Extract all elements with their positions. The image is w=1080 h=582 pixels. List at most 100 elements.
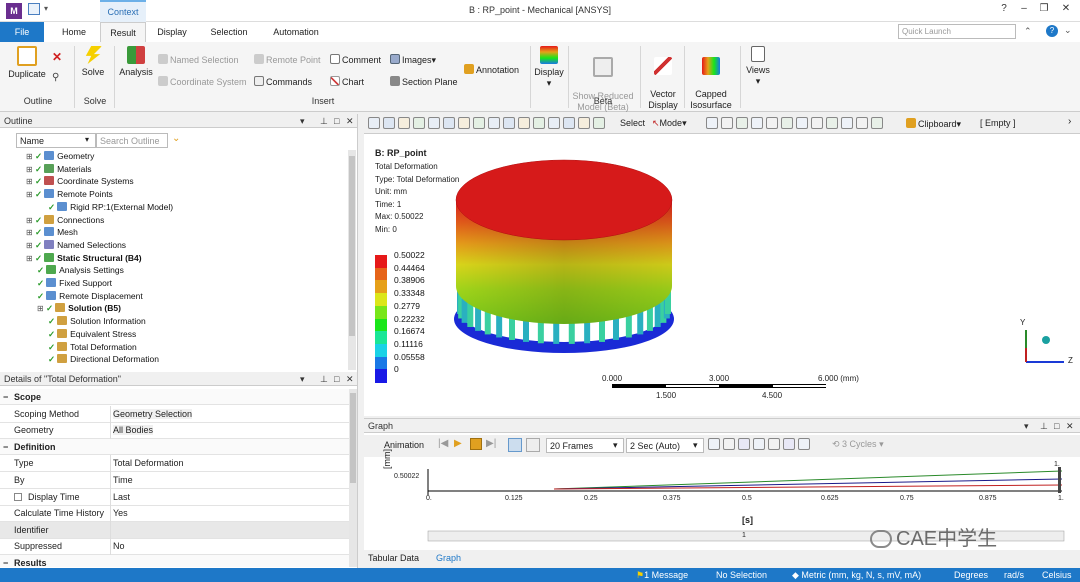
toolbar-tool-icon[interactable] xyxy=(593,117,605,129)
toolbar-tool-icon[interactable] xyxy=(768,438,780,450)
toolbar-tool-icon[interactable] xyxy=(871,117,883,129)
toolbar-tool-icon[interactable] xyxy=(841,117,853,129)
minimize-icon[interactable]: – xyxy=(1016,3,1032,17)
quick-launch-input[interactable]: Quick Launch xyxy=(898,24,1016,39)
section-plane-button[interactable]: Section Plane xyxy=(390,76,458,87)
toolbar-tool-icon[interactable] xyxy=(533,117,545,129)
toolbar-tool-icon[interactable] xyxy=(503,117,515,129)
tab-automation[interactable]: Automation xyxy=(264,22,328,42)
commands-button[interactable]: Commands xyxy=(254,76,312,87)
details-section[interactable]: − Definition xyxy=(0,438,350,455)
toolbar-tool-icon[interactable] xyxy=(488,117,500,129)
toolbar-tool-icon[interactable] xyxy=(783,438,795,450)
tree-item[interactable]: ✓ Rigid RP:1(External Model) xyxy=(48,201,173,213)
close-icon[interactable]: ✕ xyxy=(346,372,354,386)
expand-icon[interactable]: ⊞ xyxy=(26,190,35,199)
expand-icon[interactable]: ⊞ xyxy=(26,165,35,174)
details-value[interactable]: Time xyxy=(113,475,133,485)
temperature-unit[interactable]: Celsius xyxy=(1042,570,1072,580)
tab-graph[interactable]: Graph xyxy=(436,553,461,563)
close-icon[interactable]: ✕ xyxy=(1058,3,1074,17)
tree-item[interactable]: ⊞ ✓ Materials xyxy=(26,163,92,175)
tree-item[interactable]: ✓ Fixed Support xyxy=(37,277,112,289)
close-icon[interactable]: ✕ xyxy=(1066,419,1074,433)
tab-tabular-data[interactable]: Tabular Data xyxy=(368,553,419,563)
toolbar-tool-icon[interactable] xyxy=(383,117,395,129)
step-forward-icon[interactable]: ▶| xyxy=(486,438,496,449)
toolbar-tool-icon[interactable] xyxy=(721,117,733,129)
details-value[interactable]: Geometry Selection xyxy=(113,408,193,419)
duration-select[interactable]: 2 Sec (Auto) ▾ xyxy=(626,438,704,453)
toolbar-tool-icon[interactable] xyxy=(751,117,763,129)
find-icon[interactable]: ⚲ xyxy=(52,72,59,83)
collapse-icon[interactable]: − xyxy=(3,442,8,452)
restore-icon[interactable]: □ xyxy=(334,114,339,128)
toolbar-tool-icon[interactable] xyxy=(563,117,575,129)
details-scrollbar[interactable] xyxy=(349,389,357,567)
views-button[interactable]: Views ▾ xyxy=(744,46,772,87)
named-selection-button[interactable]: Named Selection xyxy=(158,54,239,65)
toolbar-tool-icon[interactable] xyxy=(736,117,748,129)
pin-icon[interactable]: ⊥ xyxy=(320,114,328,128)
solve-button[interactable]: Solve xyxy=(78,46,108,78)
display-time-checkbox[interactable] xyxy=(14,492,22,501)
toolbar-tool-icon[interactable] xyxy=(723,438,735,450)
graphics-viewport[interactable]: B: RP_point Total Deformation Type: Total… xyxy=(364,134,1080,416)
details-value[interactable]: No xyxy=(113,541,125,551)
restore-icon[interactable]: □ xyxy=(1054,419,1059,433)
pin-icon[interactable]: ⊥ xyxy=(320,372,328,386)
details-row[interactable]: Identifier xyxy=(0,521,350,539)
toolbar-tool-icon[interactable] xyxy=(708,438,720,450)
coordinate-system-button[interactable]: Coordinate System xyxy=(158,76,247,87)
duplicate-button[interactable]: Duplicate xyxy=(6,46,48,80)
toolbar-tool-icon[interactable] xyxy=(738,438,750,450)
expand-icon[interactable]: ⊞ xyxy=(26,177,35,186)
tree-item[interactable]: ✓ Equivalent Stress xyxy=(48,328,136,340)
clipboard-button[interactable]: Clipboard▾ xyxy=(906,118,961,130)
toolbar-tool-icon[interactable] xyxy=(811,117,823,129)
expand-icon[interactable]: ⊞ xyxy=(26,241,35,250)
details-row[interactable]: Geometry All Bodies xyxy=(0,422,350,440)
tab-selection[interactable]: Selection xyxy=(202,22,256,42)
outline-search-input[interactable]: Search Outline xyxy=(96,133,168,148)
angle-unit[interactable]: Degrees xyxy=(954,570,988,580)
expand-icon[interactable]: ⊞ xyxy=(26,152,35,161)
toolbar-tool-icon[interactable] xyxy=(398,117,410,129)
outline-name-select[interactable]: Name ▾ xyxy=(16,133,96,148)
display-button[interactable]: Display ▾ xyxy=(532,46,566,89)
tree-item[interactable]: ⊞ ✓ Coordinate Systems xyxy=(26,175,134,187)
result-sets-icon[interactable] xyxy=(526,438,540,452)
toolbar-tool-icon[interactable] xyxy=(578,117,590,129)
details-row[interactable]: Calculate Time History Yes xyxy=(0,505,350,523)
details-row[interactable]: Type Total Deformation xyxy=(0,455,350,473)
toolbar-tool-icon[interactable] xyxy=(781,117,793,129)
expand-icon[interactable]: ⊞ xyxy=(37,304,46,313)
help-circle-icon[interactable]: ? xyxy=(1046,25,1058,37)
comment-button[interactable]: Comment xyxy=(330,54,381,65)
pin-icon[interactable]: ⊥ xyxy=(1040,419,1048,433)
outline-scrollbar[interactable] xyxy=(348,150,356,370)
tab-home[interactable]: Home xyxy=(52,22,96,42)
toolbar-tool-icon[interactable] xyxy=(706,117,718,129)
tree-item[interactable]: ⊞ ✓ Solution (B5) xyxy=(37,302,121,314)
help-icon[interactable]: ? xyxy=(996,3,1012,17)
toolbar-tool-icon[interactable] xyxy=(798,438,810,450)
ribbon-toggle-icon[interactable]: ⌄ xyxy=(1064,25,1072,36)
units-status[interactable]: ◆ Metric (mm, kg, N, s, mV, mA) xyxy=(792,570,921,581)
toolbar-tool-icon[interactable] xyxy=(413,117,425,129)
close-icon[interactable]: ✕ xyxy=(346,114,354,128)
toolbar-tool-icon[interactable] xyxy=(766,117,778,129)
toolbar-tool-icon[interactable] xyxy=(428,117,440,129)
cycles-button[interactable]: ⟲ 3 Cycles ▾ xyxy=(832,439,884,450)
collapse-icon[interactable]: − xyxy=(3,392,8,402)
toolbar-tool-icon[interactable] xyxy=(473,117,485,129)
tree-item[interactable]: ⊞ ✓ Connections xyxy=(26,214,104,226)
toolbar-tool-icon[interactable] xyxy=(518,117,530,129)
play-icon[interactable]: ▶ xyxy=(454,438,462,449)
vector-display-button[interactable]: Vector Display xyxy=(644,46,682,111)
tree-item[interactable]: ⊞ ✓ Named Selections xyxy=(26,239,126,251)
details-value[interactable]: Yes xyxy=(113,508,128,518)
tab-display[interactable]: Display xyxy=(150,22,194,42)
remote-point-button[interactable]: Remote Point xyxy=(254,54,321,65)
toolbar-tool-icon[interactable] xyxy=(443,117,455,129)
